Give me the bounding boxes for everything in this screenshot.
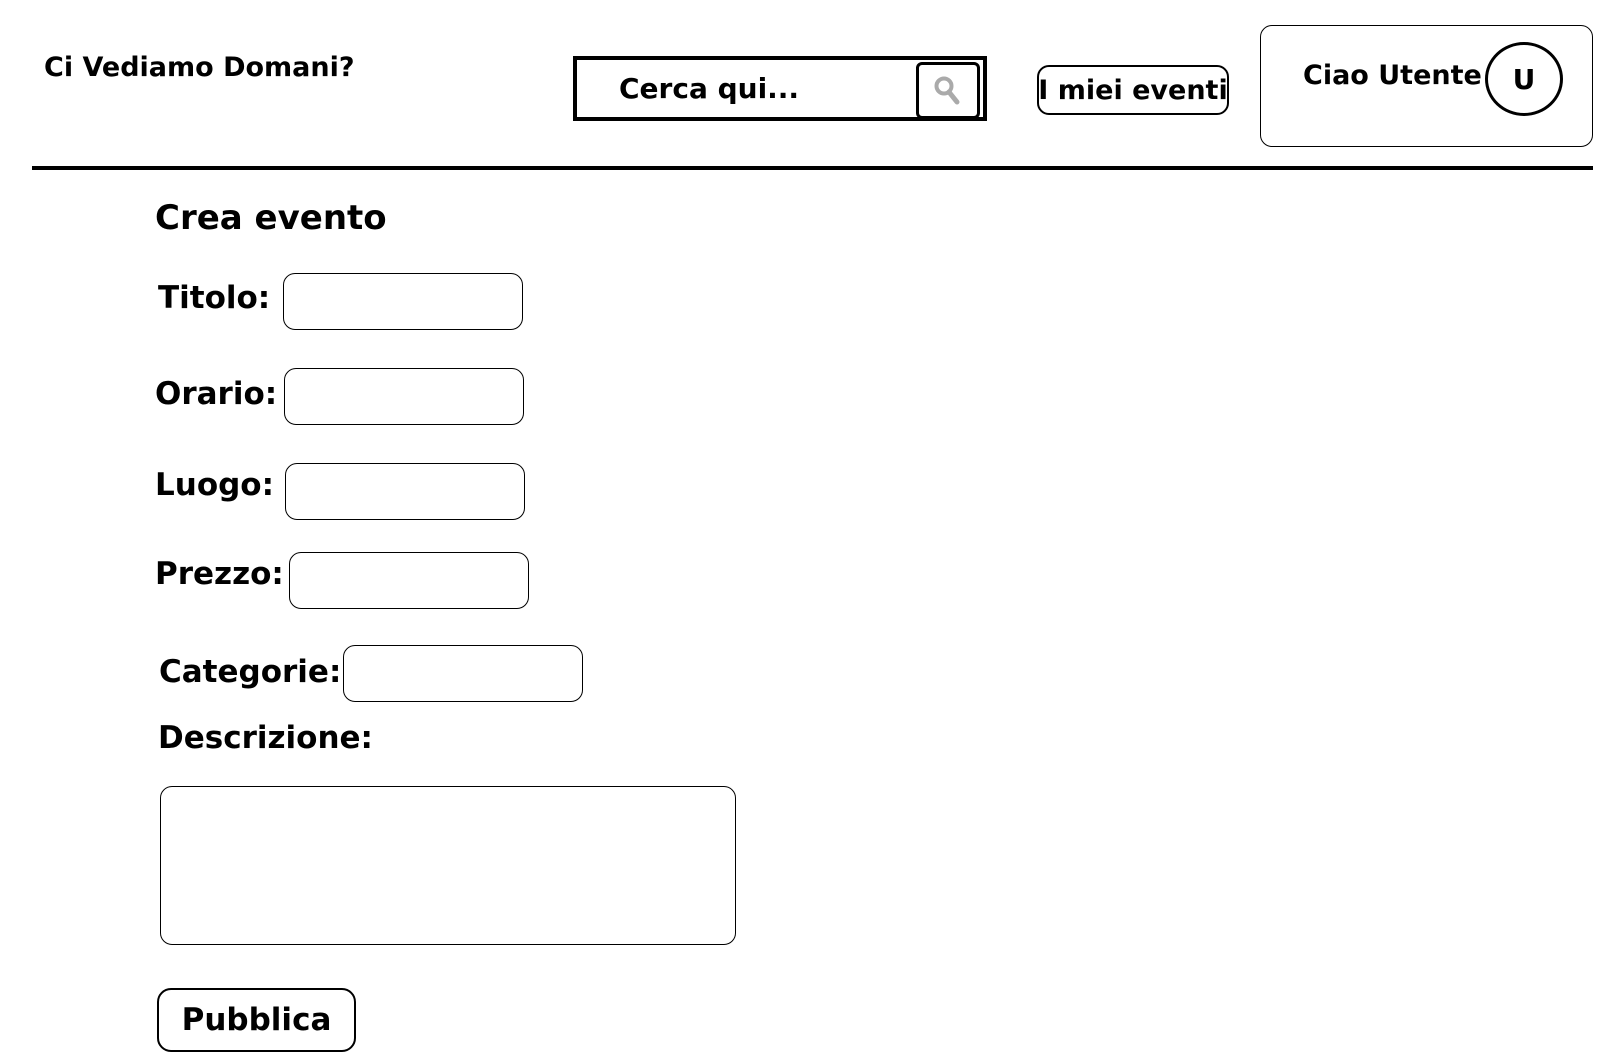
search-input[interactable]	[577, 60, 949, 117]
page-title: Crea evento	[155, 198, 387, 238]
categorie-field[interactable]	[343, 645, 583, 702]
orario-field[interactable]	[284, 368, 524, 425]
publish-button[interactable]: Pubblica	[157, 988, 356, 1052]
user-greeting: Ciao Utente	[1303, 60, 1482, 91]
categorie-label: Categorie:	[159, 654, 342, 690]
header-divider	[32, 166, 1593, 170]
luogo-label: Luogo:	[155, 467, 275, 503]
search-button[interactable]	[916, 62, 980, 119]
titolo-field[interactable]	[283, 273, 523, 330]
search-bar	[573, 56, 987, 121]
titolo-label: Titolo:	[158, 280, 271, 316]
orario-label: Orario:	[155, 376, 278, 412]
my-events-button[interactable]: I miei eventi	[1037, 65, 1229, 115]
luogo-field[interactable]	[285, 463, 525, 520]
descrizione-field[interactable]	[160, 786, 736, 945]
descrizione-label: Descrizione:	[158, 720, 373, 756]
app-brand-title: Ci Vediamo Domani?	[44, 52, 355, 83]
avatar[interactable]: U	[1485, 42, 1563, 116]
user-menu[interactable]: Ciao Utente U	[1260, 25, 1593, 147]
prezzo-field[interactable]	[289, 552, 529, 609]
search-icon	[934, 76, 960, 104]
prezzo-label: Prezzo:	[155, 556, 284, 592]
